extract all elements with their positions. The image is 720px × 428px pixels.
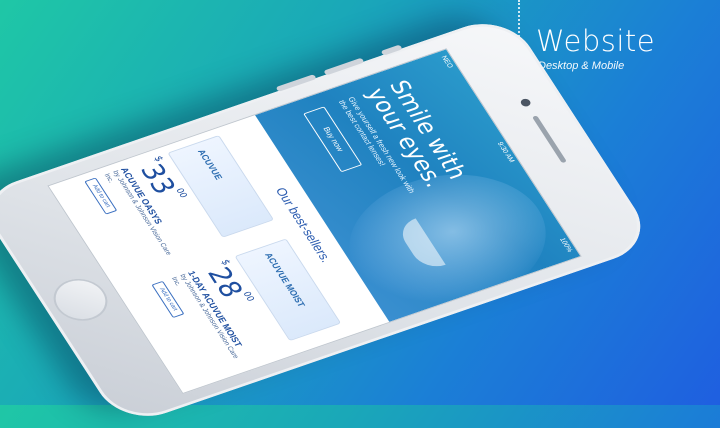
price-cents: 00: [173, 187, 189, 200]
volume-up-button: [323, 57, 365, 76]
volume-down-button: [275, 74, 317, 92]
phone-screen: NEO 9:30 AM 100% Smile with your eyes. G…: [47, 48, 582, 394]
battery-label: 100%: [557, 237, 574, 254]
speaker-grille: [532, 115, 567, 164]
product-box-logo: ACUVUE: [195, 148, 225, 181]
home-button[interactable]: [44, 272, 117, 328]
front-camera-icon: [519, 97, 533, 108]
clock: 9:30 AM: [495, 141, 516, 164]
carrier-label: NEO: [439, 54, 454, 69]
phone-mockup-wrapper: NEO 9:30 AM 100% Smile with your eyes. G…: [0, 0, 720, 428]
price-cents: 00: [240, 290, 256, 303]
mute-switch: [380, 44, 403, 56]
product-box-logo: ACUVUE MOIST: [262, 251, 308, 309]
phone-mockup: NEO 9:30 AM 100% Smile with your eyes. G…: [0, 12, 658, 428]
